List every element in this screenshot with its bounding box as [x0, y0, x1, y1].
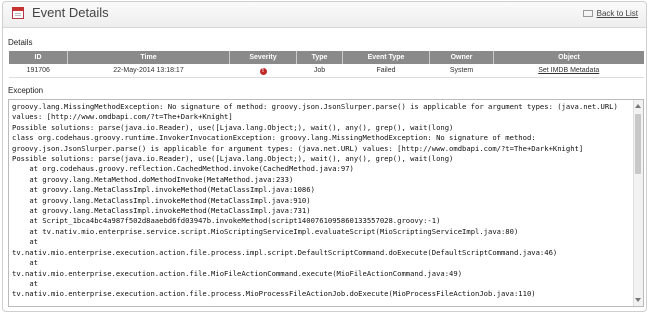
list-icon — [582, 10, 593, 17]
cell-type: Job — [296, 64, 343, 78]
object-link[interactable]: Set IMDB Metadata — [538, 67, 599, 74]
scroll-up-icon[interactable] — [635, 104, 641, 108]
col-severity-header: Severity — [229, 51, 297, 64]
scroll-thumb[interactable] — [635, 114, 641, 174]
cell-event-type: Failed — [342, 64, 430, 78]
exception-textarea[interactable]: groovy.lang.MissingMethodException: No s… — [8, 99, 644, 307]
col-time-header: Time — [67, 51, 230, 64]
calendar-icon — [12, 7, 24, 19]
panel-header: Event Details Back to List — [3, 2, 646, 28]
details-section-label: Details — [8, 38, 33, 47]
exception-section-label: Exception — [8, 86, 44, 95]
vertical-scrollbar[interactable] — [633, 100, 643, 306]
col-object-header: Object — [493, 51, 644, 64]
col-id-header: ID — [9, 51, 68, 64]
back-to-list-link[interactable]: Back to List — [582, 9, 638, 18]
details-table: ID Time Severity Type Event Type Owner O… — [9, 51, 644, 78]
cell-time: 22-May-2014 13:18:17 — [67, 64, 230, 78]
cell-id: 191706 — [9, 64, 68, 78]
table-header-row: ID Time Severity Type Event Type Owner O… — [9, 51, 644, 64]
exception-text: groovy.lang.MissingMethodException: No s… — [12, 102, 618, 299]
col-type-header: Type — [296, 51, 343, 64]
cell-severity: ! — [229, 64, 297, 78]
table-row: 191706 22-May-2014 13:18:17 ! Job Failed… — [9, 64, 644, 78]
col-event-type-header: Event Type — [342, 51, 430, 64]
col-owner-header: Owner — [429, 51, 494, 64]
scroll-down-icon[interactable] — [635, 298, 641, 302]
event-details-panel: Event Details Back to List Details ID Ti… — [2, 1, 647, 312]
back-to-list-label: Back to List — [596, 9, 638, 18]
error-icon: ! — [259, 67, 267, 75]
cell-object: Set IMDB Metadata — [493, 64, 644, 78]
page-title: Event Details — [32, 5, 109, 20]
cell-owner: System — [429, 64, 494, 78]
